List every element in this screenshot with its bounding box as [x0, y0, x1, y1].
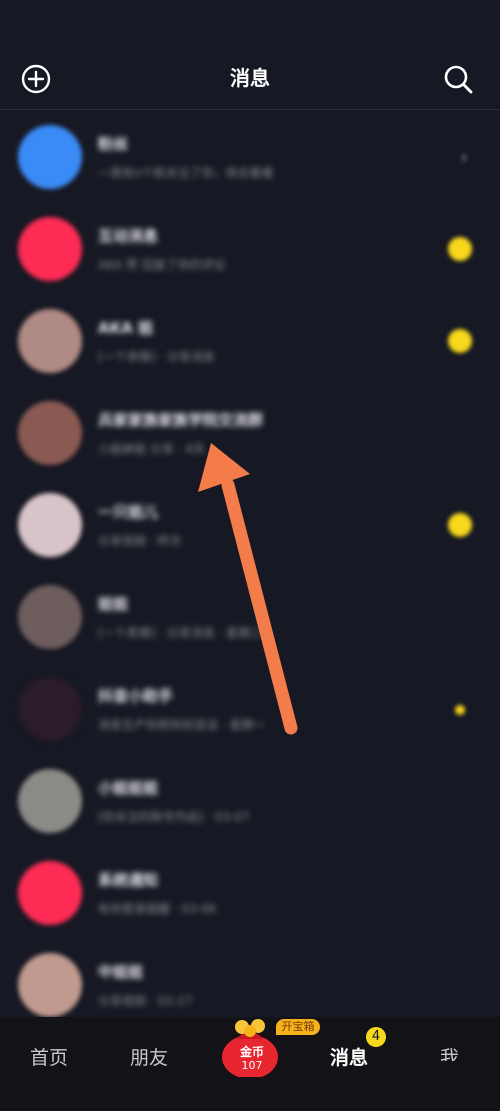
conversation-name: 系统通知 — [98, 871, 159, 889]
message-preview: 消息生产你把你别说话 · 星期一 — [98, 718, 266, 732]
tab-home[interactable]: 首页 — [30, 1043, 68, 1070]
conversation-name: 小姐姐姐 — [98, 779, 159, 797]
avatar — [18, 769, 82, 833]
avatar — [18, 125, 82, 189]
avatar — [18, 677, 82, 741]
message-row[interactable]: 姐姐 [一个表情] · 分享消息 · 星期三 — [0, 571, 500, 663]
message-text: 系统通知有你登录提醒 · 03-06 — [98, 869, 410, 917]
avatar — [18, 401, 82, 465]
unread-dot — [448, 513, 472, 537]
coin-count: 107 — [241, 1059, 263, 1072]
treasure-box-tag[interactable]: 开宝箱 — [276, 1019, 320, 1035]
conversation-name: AKA 姐 — [98, 319, 154, 337]
messages-badge: 4 — [366, 1027, 386, 1047]
avatar — [18, 585, 82, 649]
tab-friends[interactable]: 朋友 — [130, 1043, 168, 1070]
message-preview: 一周有n个新关注了你，快去看看 — [98, 166, 274, 180]
message-preview: [一个表情] · 分享消息 — [98, 350, 215, 364]
search-icon[interactable] — [442, 63, 474, 95]
message-preview: 小姐妹姐 分享 · 4天 — [98, 442, 205, 456]
message-row[interactable]: 兵家家族家族学院交流群小姐妹姐 分享 · 4天 — [0, 387, 500, 479]
message-text: 粉丝一周有n个新关注了你，快去看看 — [98, 133, 410, 181]
unread-dot — [455, 705, 465, 715]
message-preview: AKA 赞 回复了你的评论 — [98, 258, 226, 272]
avatar — [18, 309, 82, 373]
message-row[interactable]: 粉丝一周有n个新关注了你，快去看看 › — [0, 111, 500, 203]
conversation-name: 姐姐 — [98, 595, 129, 613]
coin-label: 金币 — [239, 1045, 264, 1059]
page-title: 消息 — [230, 66, 270, 90]
avatar — [18, 493, 82, 557]
conversation-name: 互动消息 — [98, 227, 159, 245]
conversation-name: 粉丝 — [98, 135, 129, 153]
tab-messages[interactable]: 消息 — [330, 1043, 368, 1070]
avatar — [18, 861, 82, 925]
bottom-tab-bar: 首页 朋友 金币 107 开宝箱 消息 4 我 — [0, 1017, 500, 1111]
message-preview: 分享视频 · 昨天 — [98, 534, 182, 548]
message-text: 一只姐儿分享视频 · 昨天 — [98, 501, 410, 549]
conversation-name: 一只姐儿 — [98, 503, 159, 521]
messages-screen: 消息 粉丝一周有n个新关注了你，快去看看 › 互动消息 AKA 赞 回复了你的评论 AK… — [0, 0, 500, 1111]
message-preview: [一个表情] · 分享消息 · 星期三 — [98, 626, 263, 640]
conversation-name: 中姐姐 — [98, 963, 144, 981]
message-row[interactable]: 小姐姐姐 [你关注的账号作品] · 03-07 — [0, 755, 500, 847]
message-row[interactable]: AKA 姐 [一个表情] · 分享消息 — [0, 295, 500, 387]
unread-dot — [448, 237, 472, 261]
message-list: 粉丝一周有n个新关注了你，快去看看 › 互动消息 AKA 赞 回复了你的评论 AKA 姐… — [0, 111, 500, 1017]
message-row[interactable]: 抖音小助手消息生产你把你别说话 · 星期一 — [0, 663, 500, 755]
tab-me[interactable]: 我 — [440, 1043, 459, 1061]
message-text: AKA 姐 [一个表情] · 分享消息 — [98, 317, 410, 365]
message-preview: 分享视频 · 02-27 — [98, 994, 193, 1008]
message-text: 抖音小助手消息生产你把你别说话 · 星期一 — [98, 685, 410, 733]
chevron-right-icon: › — [460, 145, 468, 169]
message-preview: 有你登录提醒 · 03-06 — [98, 902, 217, 916]
top-bar: 消息 — [0, 50, 500, 110]
message-row[interactable]: 系统通知有你登录提醒 · 03-06 — [0, 847, 500, 939]
message-text: 兵家家族家族学院交流群小姐妹姐 分享 · 4天 — [98, 409, 410, 457]
message-preview: [你关注的账号作品] · 03-07 — [98, 810, 250, 824]
conversation-name: 抖音小助手 — [98, 687, 174, 705]
avatar — [18, 953, 82, 1017]
message-text: 姐姐 [一个表情] · 分享消息 · 星期三 — [98, 593, 410, 641]
unread-dot — [448, 329, 472, 353]
avatar — [18, 217, 82, 281]
message-text: 互动消息 AKA 赞 回复了你的评论 — [98, 225, 410, 273]
message-row[interactable]: 互动消息 AKA 赞 回复了你的评论 — [0, 203, 500, 295]
message-row[interactable]: 一只姐儿分享视频 · 昨天 — [0, 479, 500, 571]
message-text: 中姐姐分享视频 · 02-27 — [98, 961, 410, 1009]
message-text: 小姐姐姐 [你关注的账号作品] · 03-07 — [98, 777, 410, 825]
conversation-name: 兵家家族家族学院交流群 — [98, 411, 264, 429]
message-row[interactable]: 中姐姐分享视频 · 02-27 — [0, 939, 500, 1017]
